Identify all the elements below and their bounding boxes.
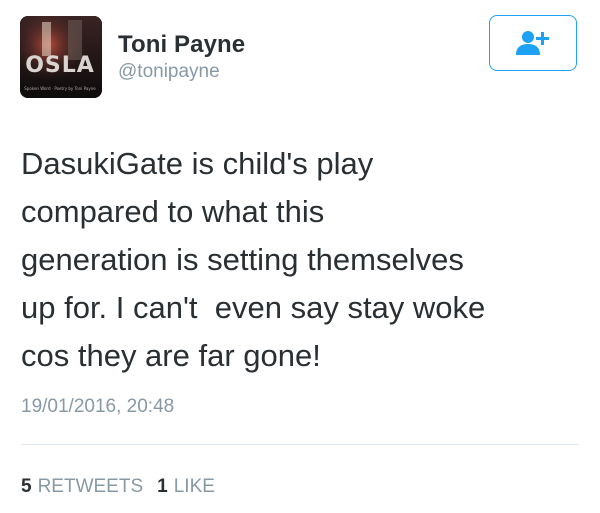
likes-count: 1: [157, 476, 168, 497]
user-handle[interactable]: @tonipayne: [118, 61, 220, 83]
retweets-count: 5: [21, 476, 32, 497]
retweets-label: RETWEETS: [37, 476, 144, 497]
avatar[interactable]: OSLA Spoken Word · Poetry by Toni Payne: [20, 16, 102, 98]
likes-stat[interactable]: 1 LIKE: [157, 476, 215, 498]
avatar-image: OSLA Spoken Word · Poetry by Toni Payne: [20, 16, 102, 98]
retweets-stat[interactable]: 5 RETWEETS: [21, 476, 143, 498]
likes-label: LIKE: [173, 476, 215, 497]
follow-button[interactable]: [489, 15, 577, 71]
tweet-stats: 5 RETWEETS 1 LIKE: [21, 476, 215, 498]
add-user-icon: [516, 31, 549, 55]
display-name[interactable]: Toni Payne: [118, 31, 245, 59]
svg-text:OSLA: OSLA: [25, 53, 95, 78]
divider: [21, 444, 579, 445]
svg-text:Spoken Word · Poetry by Toni P: Spoken Word · Poetry by Toni Payne: [24, 86, 96, 91]
tweet-timestamp[interactable]: 19/01/2016, 20:48: [21, 396, 174, 418]
tweet-text: DasukiGate is child's play compared to w…: [21, 146, 486, 373]
